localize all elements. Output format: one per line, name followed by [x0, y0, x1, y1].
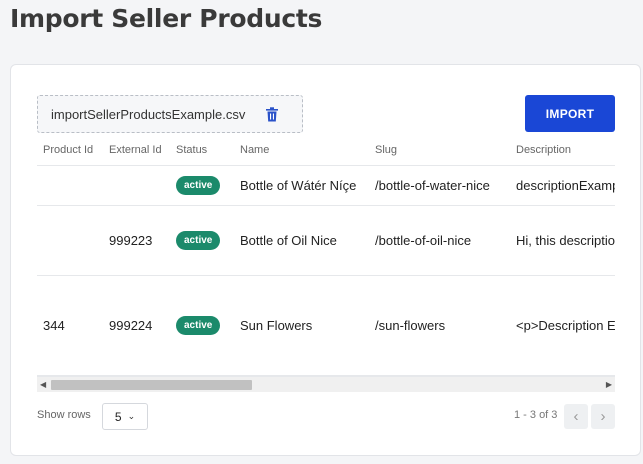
column-header-product-id[interactable]: Product Id [37, 135, 103, 166]
cell-external-id: 999224 [103, 275, 170, 376]
horizontal-scrollbar[interactable]: ◀ ▶ [37, 376, 615, 392]
cell-name: Bottle of Oil Nice [234, 205, 369, 276]
trash-icon[interactable] [265, 107, 279, 122]
cell-product-id [37, 205, 103, 276]
cell-product-id [37, 165, 103, 206]
cell-description: <p>Description E [510, 275, 615, 376]
column-header-description[interactable]: Description [510, 135, 615, 166]
cell-status: active [170, 165, 234, 206]
previous-page-button[interactable]: ‹ [564, 404, 588, 429]
rows-per-page-value: 5 [114, 409, 122, 424]
column-header-status[interactable]: Status [170, 135, 234, 166]
table-header-row: Product Id External Id Status Name Slug … [37, 135, 615, 166]
cell-slug: /bottle-of-water-nice [369, 165, 510, 206]
scrollbar-thumb[interactable] [51, 380, 252, 390]
scroll-left-icon[interactable]: ◀ [40, 380, 46, 390]
products-table: Product Id External Id Status Name Slug … [37, 135, 615, 377]
selected-file-chip: importSellerProductsExample.csv [37, 95, 303, 133]
cell-slug: /sun-flowers [369, 275, 510, 376]
status-badge: active [176, 175, 221, 195]
chevron-left-icon: ‹ [573, 408, 579, 425]
show-rows-label: Show rows [37, 409, 91, 421]
cell-description: Hi, this description [510, 205, 615, 276]
cell-description: descriptionExample [510, 165, 615, 206]
file-name: importSellerProductsExample.csv [51, 106, 246, 122]
column-header-external-id[interactable]: External Id [103, 135, 170, 166]
cell-status: active [170, 205, 234, 276]
status-badge: active [176, 230, 221, 250]
column-header-name[interactable]: Name [234, 135, 369, 166]
page-title: Import Seller Products [10, 4, 323, 33]
column-header-slug[interactable]: Slug [369, 135, 510, 166]
cell-external-id: 999223 [103, 205, 170, 276]
cell-name: Bottle of Wátér Níçe [234, 165, 369, 206]
chevron-right-icon: › [600, 408, 606, 425]
table-row[interactable]: active Bottle of Wátér Níçe /bottle-of-w… [37, 165, 615, 206]
next-page-button[interactable]: › [591, 404, 615, 429]
cell-status: active [170, 275, 234, 376]
status-badge: active [176, 315, 221, 335]
cell-product-id: 344 [37, 275, 103, 376]
pagination-range: 1 - 3 of 3 [514, 409, 558, 421]
table-row[interactable]: 999223 active Bottle of Oil Nice /bottle… [37, 205, 615, 276]
cell-slug: /bottle-of-oil-nice [369, 205, 510, 276]
chevron-down-icon: ⌄ [127, 411, 136, 421]
import-card: importSellerProductsExample.csv IMPORT P… [10, 64, 641, 456]
cell-name: Sun Flowers [234, 275, 369, 376]
cell-external-id [103, 165, 170, 206]
rows-per-page-select[interactable]: 5 ⌄ [102, 403, 148, 430]
table-row[interactable]: 344 999224 active Sun Flowers /sun-flowe… [37, 275, 615, 376]
scroll-right-icon[interactable]: ▶ [606, 380, 612, 390]
import-button[interactable]: IMPORT [525, 95, 615, 132]
